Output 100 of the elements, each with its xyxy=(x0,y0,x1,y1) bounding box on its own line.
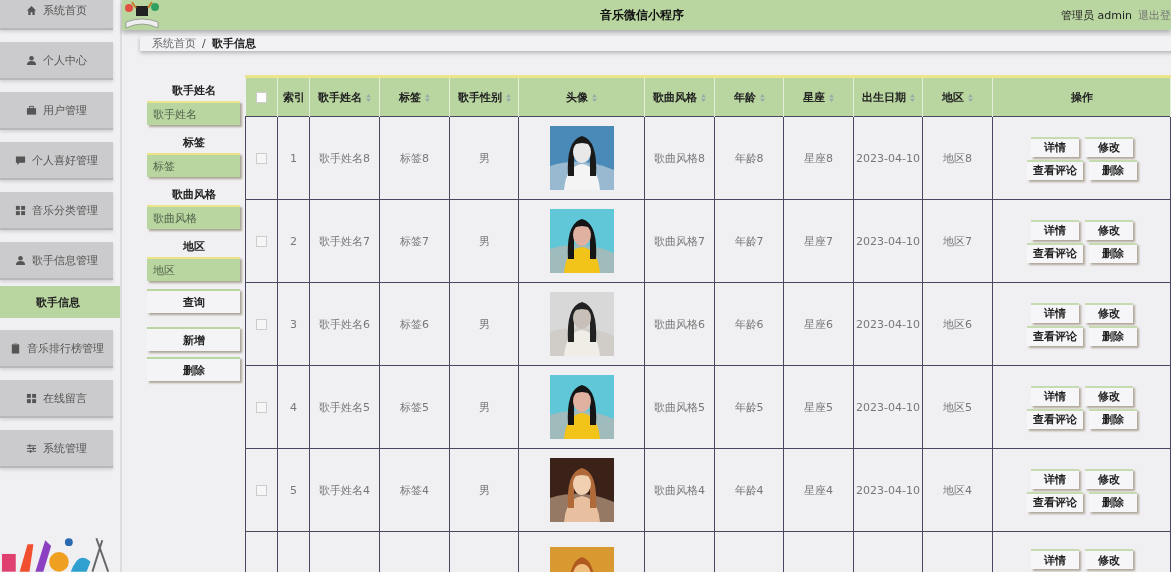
search-field[interactable]: 地区 xyxy=(147,257,240,281)
person-icon xyxy=(26,54,37,66)
search-field[interactable]: 歌手姓名 xyxy=(147,101,240,125)
search-field[interactable]: 标签 xyxy=(147,153,240,177)
table-cell: 2023-04-10 xyxy=(853,448,923,532)
grid-icon xyxy=(26,392,37,404)
row-action-button[interactable]: 详情 xyxy=(1030,549,1079,569)
table-cell: 歌曲风格4 xyxy=(644,448,715,532)
column-header[interactable]: 地区 xyxy=(942,90,964,104)
menu-item[interactable]: 系统首页 xyxy=(0,0,113,30)
row-action-button[interactable]: 删除 xyxy=(1088,242,1137,263)
sort-icon[interactable] xyxy=(759,93,765,102)
field-label: 标签 xyxy=(181,135,206,151)
row-action-button[interactable]: 详情 xyxy=(1030,136,1079,157)
table-cell: 歌手姓名7 xyxy=(309,199,380,283)
sliders-icon xyxy=(26,442,37,454)
menu-item[interactable]: 音乐排行榜管理 xyxy=(0,330,113,368)
sort-icon[interactable] xyxy=(701,93,706,102)
row-checkbox[interactable] xyxy=(256,402,267,413)
sort-icon[interactable] xyxy=(366,93,371,102)
table-cell: 歌手姓名8 xyxy=(309,116,380,200)
row-action-button[interactable]: 查看评论 xyxy=(1026,325,1083,346)
menu-item[interactable]: 音乐分类管理 xyxy=(0,192,113,230)
briefcase-icon xyxy=(26,104,37,116)
table-cell: 地区7 xyxy=(922,199,993,283)
row-checkbox[interactable] xyxy=(256,485,267,496)
field-label: 歌手姓名 xyxy=(170,83,217,99)
field-label: 地区 xyxy=(181,239,206,255)
row-checkbox[interactable] xyxy=(256,153,267,164)
sort-icon[interactable] xyxy=(968,93,973,102)
row-action-button[interactable]: 查看评论 xyxy=(1026,491,1083,512)
table-cell: 年龄7 xyxy=(714,199,784,283)
menu-item[interactable]: 歌手信息管理 xyxy=(0,242,113,280)
row-action-button[interactable]: 查看评论 xyxy=(1026,408,1083,429)
column-header: 操作 xyxy=(1070,90,1093,104)
row-action-button[interactable]: 详情 xyxy=(1030,219,1079,240)
row-action-button[interactable]: 修改 xyxy=(1084,468,1133,489)
select-all-checkbox[interactable] xyxy=(255,92,267,103)
table-cell: 标签6 xyxy=(379,282,450,366)
row-action-button[interactable]: 修改 xyxy=(1084,136,1133,157)
sort-icon[interactable] xyxy=(505,93,511,102)
row-action-button[interactable]: 修改 xyxy=(1084,302,1133,323)
table-cell: 地区5 xyxy=(922,365,993,449)
table-cell: 星座6 xyxy=(783,282,854,366)
sort-icon[interactable] xyxy=(829,93,834,102)
field-label: 歌曲风格 xyxy=(170,187,217,203)
search-field[interactable]: 歌曲风格 xyxy=(147,205,240,229)
table-cell: 男 xyxy=(449,199,519,283)
table-cell: 星座8 xyxy=(783,116,854,200)
table-cell: 男 xyxy=(449,365,519,449)
column-header[interactable]: 星座 xyxy=(803,90,825,104)
menu-item[interactable]: 个人喜好管理 xyxy=(0,142,113,180)
table-cell: 年龄5 xyxy=(714,365,784,449)
submenu-item[interactable]: 歌手信息 xyxy=(0,286,120,318)
table-cell: 星座7 xyxy=(783,199,854,283)
menu-item[interactable]: 系统管理 xyxy=(0,430,113,468)
row-action-button[interactable]: 修改 xyxy=(1084,219,1133,240)
table-cell: 歌曲风格7 xyxy=(644,199,715,283)
table-cell: 2023-04-10 xyxy=(853,365,923,449)
row-action-button[interactable]: 详情 xyxy=(1030,468,1079,489)
sort-icon[interactable] xyxy=(592,93,597,102)
table-cell: 星座4 xyxy=(783,448,854,532)
row-checkbox[interactable] xyxy=(256,319,267,330)
table-cell: 歌手姓名4 xyxy=(309,448,380,532)
action-button[interactable]: 删除 xyxy=(147,357,240,381)
column-header[interactable]: 标签 xyxy=(399,90,421,104)
breadcrumb-item: 歌手信息 xyxy=(211,36,256,51)
row-action-button[interactable]: 删除 xyxy=(1088,159,1137,180)
row-action-button[interactable]: 删除 xyxy=(1088,325,1137,346)
sort-icon[interactable] xyxy=(425,93,430,102)
table-cell: 地区6 xyxy=(922,282,993,366)
column-header: 索引 xyxy=(282,90,305,104)
row-action-button[interactable]: 详情 xyxy=(1030,385,1079,406)
app-title: 音乐微信小程序 xyxy=(598,6,685,24)
clipboard-icon xyxy=(9,342,21,354)
query-button[interactable]: 查询 xyxy=(147,289,240,313)
table-cell: 5 xyxy=(277,448,310,532)
action-button[interactable]: 新增 xyxy=(147,327,240,351)
home-icon xyxy=(26,4,37,16)
menu-item[interactable]: 用户管理 xyxy=(0,92,113,130)
user-label: 管理员 admin xyxy=(1061,7,1132,23)
row-action-button[interactable]: 修改 xyxy=(1084,549,1133,569)
sort-icon[interactable] xyxy=(909,93,915,102)
table-cell: 星座5 xyxy=(783,365,854,449)
table-cell: 标签5 xyxy=(379,365,450,449)
row-action-button[interactable]: 查看评论 xyxy=(1026,159,1083,180)
breadcrumb-item[interactable]: 系统首页 xyxy=(152,36,196,51)
menu-item[interactable]: 在线留言 xyxy=(0,380,113,418)
row-action-button[interactable]: 详情 xyxy=(1030,302,1079,323)
row-action-button[interactable]: 删除 xyxy=(1088,408,1137,429)
column-header[interactable]: 年龄 xyxy=(733,90,756,104)
row-action-button[interactable]: 查看评论 xyxy=(1026,242,1083,263)
row-checkbox[interactable] xyxy=(256,236,267,247)
menu-item[interactable]: 个人中心 xyxy=(0,42,113,80)
row-action-button[interactable]: 删除 xyxy=(1088,491,1137,512)
column-header[interactable]: 头像 xyxy=(566,90,588,104)
table-cell: 歌曲风格5 xyxy=(644,365,715,449)
row-action-button[interactable]: 修改 xyxy=(1084,385,1133,406)
table-cell: 歌曲风格8 xyxy=(644,116,715,200)
table-cell: 地区8 xyxy=(922,116,993,200)
